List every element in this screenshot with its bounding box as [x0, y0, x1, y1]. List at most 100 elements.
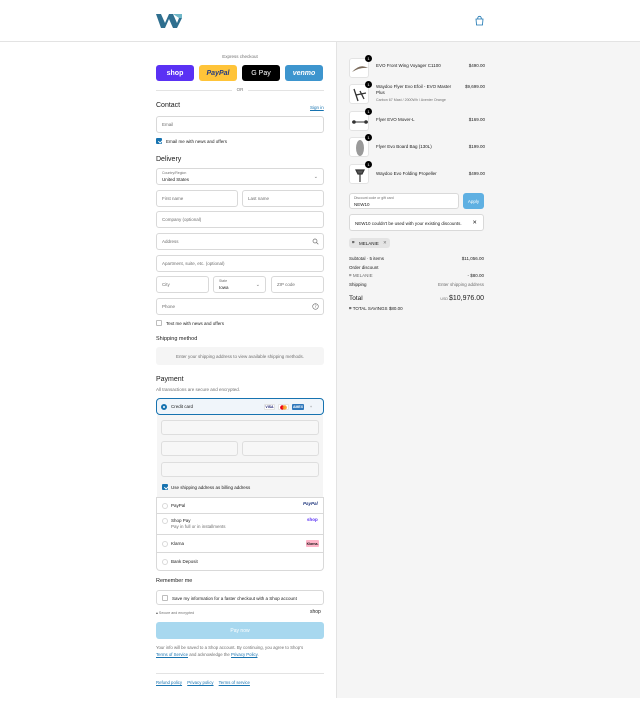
text-news-checkbox[interactable] — [156, 320, 162, 326]
item-name: EVO Front Wing Voyager C1100 — [376, 63, 441, 68]
item-price: $499.00 — [468, 171, 485, 176]
bank-deposit-label: Bank Deposit — [171, 559, 198, 564]
shop-pay-option[interactable]: Shop Pay Pay in full or in installments … — [156, 514, 324, 535]
paypal-button[interactable]: PayPal — [199, 65, 237, 81]
quantity-badge: 1 — [365, 108, 372, 115]
google-pay-button[interactable]: G Pay — [242, 65, 280, 81]
email-placeholder: Email — [162, 122, 174, 127]
card-number-field[interactable] — [161, 420, 319, 435]
shipping-row: Shipping Enter shipping address — [349, 282, 484, 287]
shop-pay-button[interactable]: shop — [156, 65, 194, 81]
klarna-label: Klarna — [171, 541, 185, 546]
security-code-field[interactable] — [242, 441, 319, 456]
terms-link[interactable]: Terms of Service — [156, 652, 188, 657]
expiration-field[interactable] — [161, 441, 238, 456]
item-price: $490.00 — [468, 63, 485, 68]
legal-and: and acknowledge the — [189, 651, 230, 657]
paypal-option[interactable]: PayPal PayPal — [156, 497, 324, 514]
email-news-label: Email me with news and offers — [166, 139, 227, 144]
tag-icon: ⌗ — [349, 273, 352, 278]
shop-pay-logo: shop — [307, 517, 318, 522]
shipping-method-title: Shipping method — [156, 336, 198, 342]
city-field[interactable]: City — [156, 276, 209, 293]
express-checkout-label: Express checkout — [222, 54, 258, 59]
klarna-option[interactable]: Klarna Klarna. — [156, 535, 324, 553]
shop-logo: shop — [310, 609, 321, 615]
brand-logo[interactable] — [156, 14, 182, 28]
save-info-checkbox[interactable] — [162, 595, 168, 601]
name-on-card-field[interactable] — [161, 462, 319, 477]
email-news-checkbox[interactable] — [156, 138, 162, 144]
item-name: Flyer Evo Board Bag (130L) — [376, 144, 432, 149]
tag-icon: ⌗ — [352, 240, 355, 245]
item-price: $9,699.00 — [464, 84, 485, 89]
secure-label: 🔒︎ Secure and encrypted — [156, 611, 194, 615]
paypal-radio[interactable] — [162, 503, 168, 509]
savings-value: $80.00 — [388, 306, 403, 311]
credit-card-option[interactable]: Credit card VISA AMEX + — [156, 398, 324, 415]
cart-item: 1 EVO Front Wing Voyager C1100 $490.00 — [349, 55, 485, 80]
save-info-label: Save my information for a faster checkou… — [172, 596, 297, 601]
shop-pay-radio[interactable] — [162, 518, 168, 524]
subtotal-value: $11,056.00 — [461, 256, 484, 261]
first-name-field[interactable]: First name — [156, 190, 238, 207]
payment-subtitle: All transactions are secure and encrypte… — [156, 387, 241, 392]
billing-same-checkbox[interactable] — [162, 484, 168, 490]
terms-of-service-link[interactable]: Terms of service — [219, 680, 250, 685]
sign-in-link[interactable]: Sign in — [310, 105, 324, 110]
close-icon[interactable]: ✕ — [472, 220, 477, 226]
state-value: Iowa — [219, 285, 229, 290]
privacy-link[interactable]: Privacy Policy — [231, 652, 257, 657]
discount-code-input[interactable]: Discount code or gift card NEW10 — [349, 193, 459, 209]
state-select[interactable]: State Iowa ⌄ — [213, 276, 266, 293]
apply-button[interactable]: Apply — [463, 193, 484, 209]
payment-title: Payment — [156, 376, 184, 383]
address-field[interactable]: Address — [156, 233, 324, 250]
address-placeholder: Address — [162, 239, 179, 244]
phone-field[interactable]: Phone ? — [156, 298, 324, 315]
or-label: OR — [233, 87, 247, 92]
discount-label: Discount code or gift card — [354, 196, 394, 200]
email-field[interactable]: Email — [156, 116, 324, 133]
chevron-down-icon: ⌄ — [313, 174, 318, 180]
discount-value: NEW10 — [354, 202, 370, 207]
country-value: United States — [162, 177, 190, 182]
visa-icon: VISA — [264, 404, 275, 410]
country-select[interactable]: Country/Region United States ⌄ — [156, 168, 324, 185]
city-placeholder: City — [162, 282, 170, 287]
credit-card-radio[interactable] — [161, 404, 167, 410]
bank-deposit-radio[interactable] — [162, 559, 168, 565]
shipping-label: Shipping — [349, 282, 367, 287]
header — [0, 0, 640, 42]
company-field[interactable]: Company (optional) — [156, 211, 324, 228]
shop-pay-label: Shop Pay — [171, 518, 191, 523]
apartment-field[interactable]: Apartment, suite, etc. (optional) — [156, 255, 324, 272]
quantity-badge: 1 — [365, 55, 372, 62]
phone-placeholder: Phone — [162, 304, 176, 309]
pay-now-button[interactable]: Pay now — [156, 622, 324, 639]
bank-deposit-option[interactable]: Bank Deposit — [156, 553, 324, 571]
subtotal-row: Subtotal · 5 items $11,056.00 — [349, 256, 484, 261]
savings-icon: ⌗ — [349, 306, 352, 311]
privacy-policy-link[interactable]: Privacy policy — [187, 680, 213, 685]
shopping-bag-icon[interactable] — [474, 15, 485, 26]
help-icon[interactable]: ? — [312, 303, 319, 310]
venmo-button[interactable]: venmo — [285, 65, 323, 81]
discount-error: NEW10 couldn't be used with your existin… — [349, 214, 484, 231]
quantity-badge: 1 — [365, 81, 372, 88]
refund-policy-link[interactable]: Refund policy — [156, 680, 182, 685]
total-label: Total — [349, 295, 363, 302]
quantity-badge: 1 — [365, 161, 372, 168]
lock-icon: 🔒︎ — [156, 611, 158, 615]
klarna-radio[interactable] — [162, 541, 168, 547]
secure-text: Secure and encrypted — [158, 611, 195, 615]
cart-item: 1 Flyer Evo Board Bag (130L) $199.00 — [349, 134, 485, 159]
last-name-placeholder: Last name — [248, 196, 270, 201]
order-discount-label: Order discount — [349, 265, 379, 270]
remember-me-title: Remember me — [156, 578, 193, 584]
zip-field[interactable]: ZIP code — [271, 276, 324, 293]
remove-tag-icon[interactable]: ✕ — [383, 240, 387, 246]
savings-row: ⌗ TOTAL SAVINGS $80.00 — [349, 306, 484, 311]
last-name-field[interactable]: Last name — [242, 190, 324, 207]
credit-card-label: Credit card — [171, 404, 194, 409]
